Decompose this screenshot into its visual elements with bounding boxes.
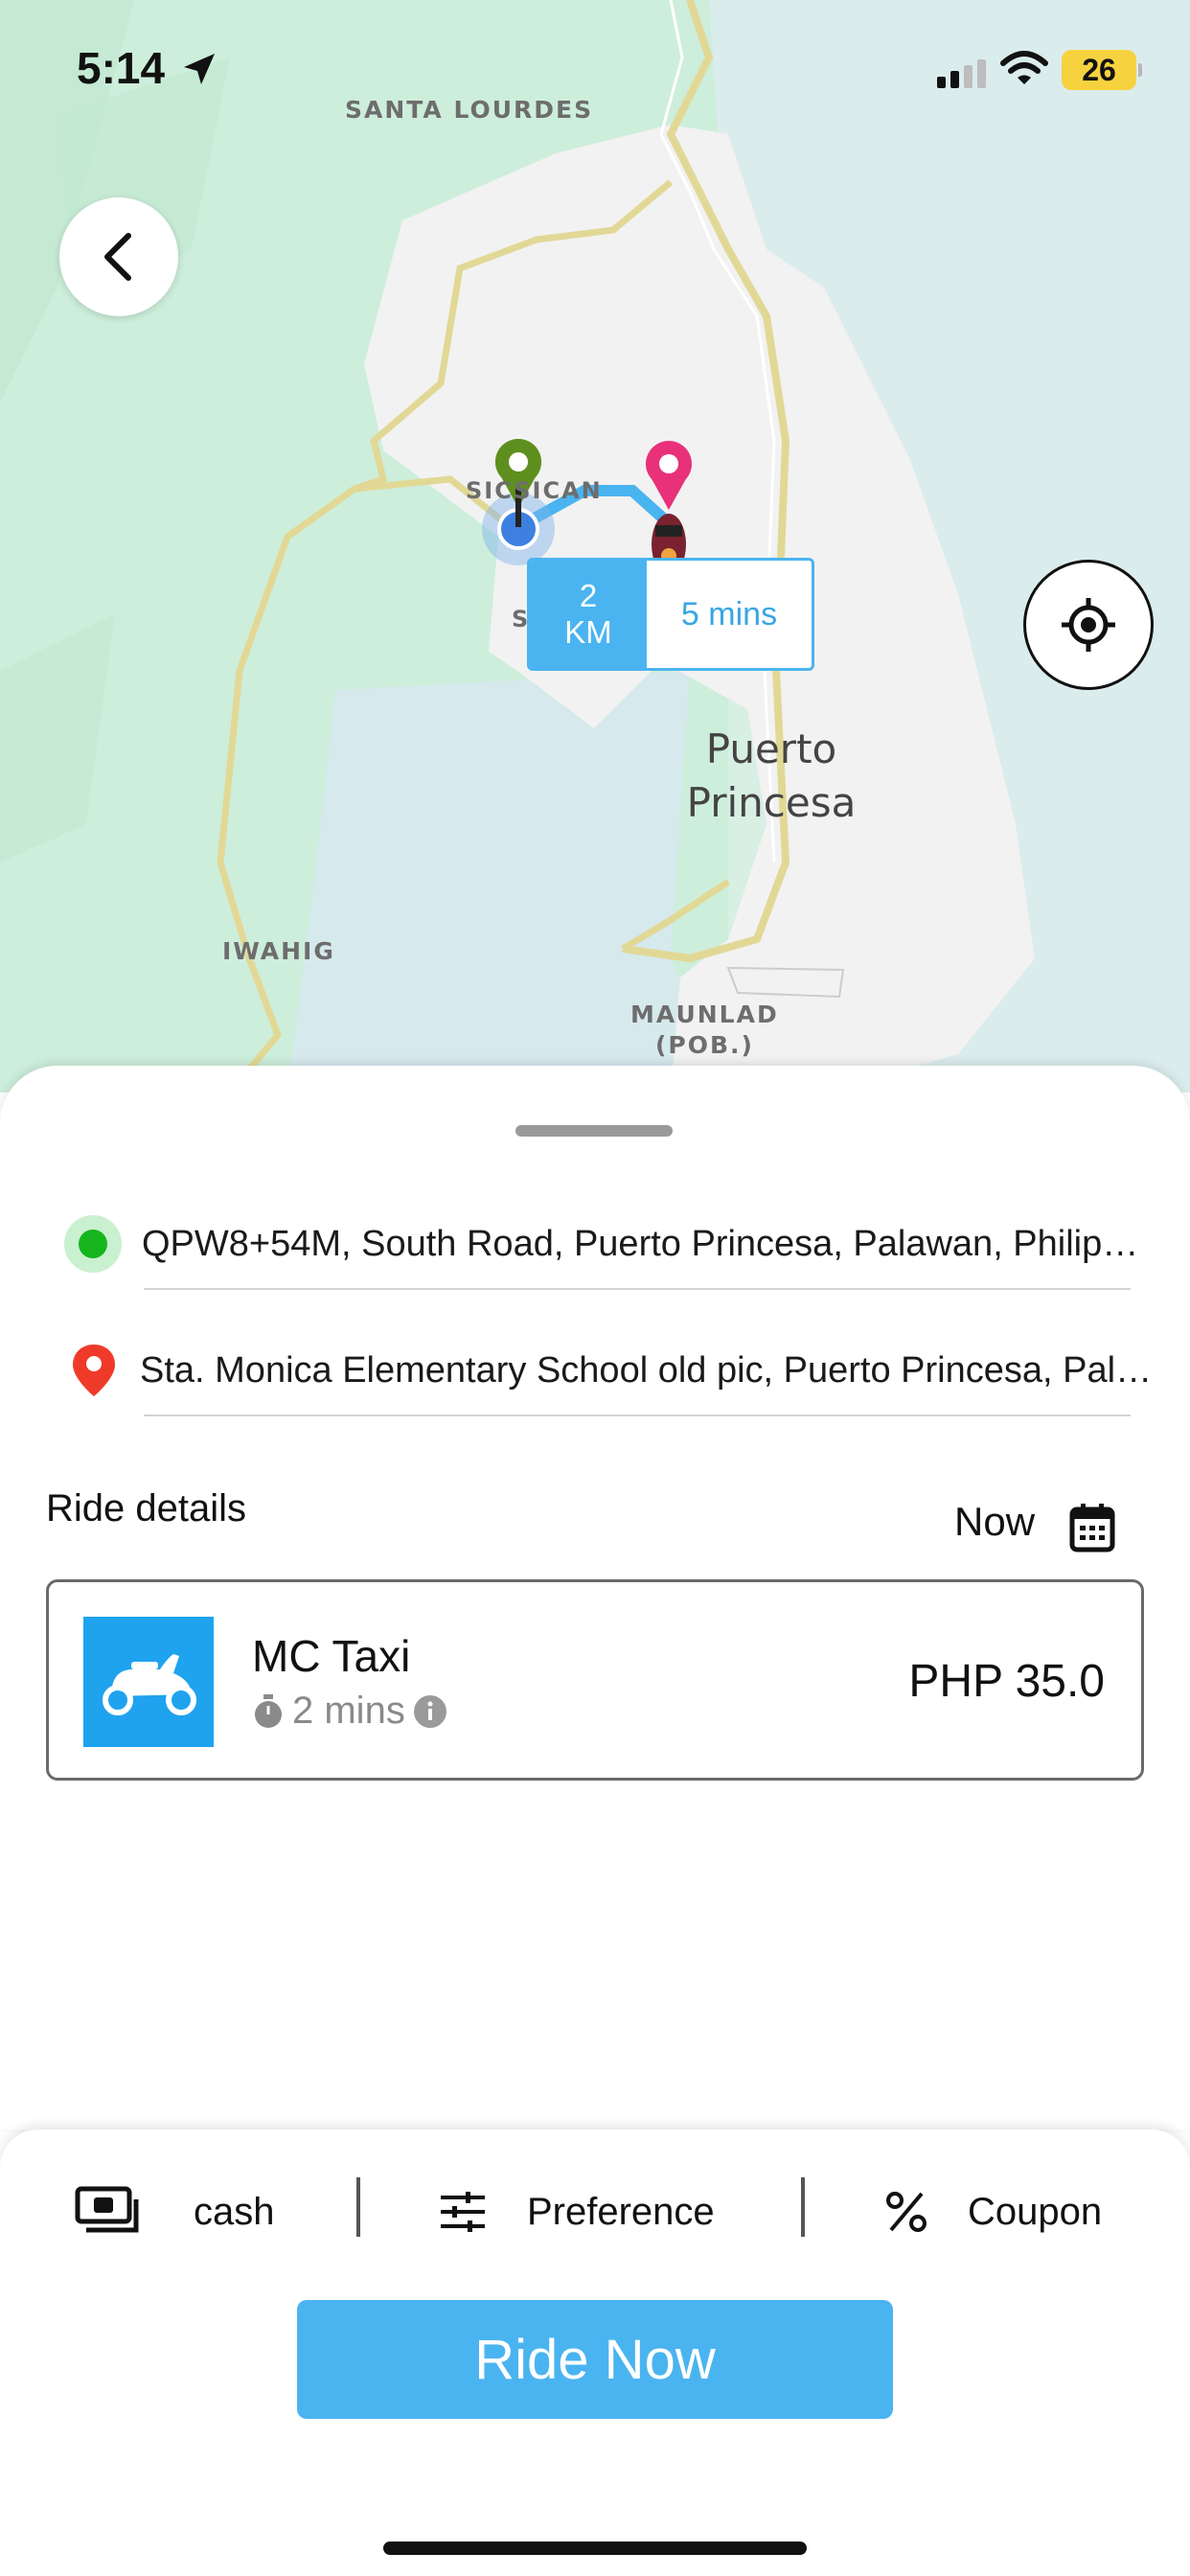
booking-sheet: QPW8+54M, South Road, Puerto Princesa, P…	[0, 1066, 1190, 2129]
wifi-icon	[1000, 51, 1048, 84]
dropoff-pin-icon	[73, 1345, 115, 1396]
address-divider	[144, 1288, 1131, 1290]
chevron-left-icon	[104, 233, 131, 281]
schedule-label[interactable]: Now	[954, 1499, 1035, 1545]
status-time: 5:14	[77, 43, 166, 93]
coupon-label: Coupon	[968, 2190, 1103, 2233]
map-city-line-1: Puerto	[705, 725, 837, 772]
ride-eta-text: 2 mins	[292, 1690, 405, 1732]
preference-label: Preference	[527, 2190, 715, 2233]
location-arrow-icon	[184, 54, 215, 84]
ride-option-card[interactable]: MC Taxi 2 mins PHP 35.0	[46, 1579, 1144, 1781]
my-location-button[interactable]	[1023, 560, 1154, 690]
payment-method-label: cash	[194, 2190, 275, 2233]
ride-now-button[interactable]: Ride Now	[297, 2300, 893, 2419]
status-bar: 5:14 26	[0, 0, 1190, 134]
cellular-signal-icon	[937, 59, 986, 88]
option-separator-2	[801, 2177, 805, 2237]
sheet-handle[interactable]	[515, 1125, 673, 1137]
map-label-poblacion: (POB.)	[655, 1031, 754, 1059]
pickup-address: QPW8+54M, South Road, Puerto Princesa, P…	[142, 1223, 1156, 1264]
pickup-address-row[interactable]: QPW8+54M, South Road, Puerto Princesa, P…	[63, 1215, 1156, 1273]
dropoff-address-row[interactable]: Sta. Monica Elementary School old pic, P…	[71, 1342, 1163, 1399]
home-indicator	[383, 2542, 807, 2555]
back-button[interactable]	[59, 197, 178, 316]
route-distance: 2 KM	[530, 561, 647, 668]
battery-tip	[1138, 63, 1142, 77]
sliders-icon	[441, 2192, 485, 2232]
stopwatch-icon	[255, 1693, 282, 1728]
calendar-icon[interactable]	[1069, 1503, 1115, 1552]
address-divider-2	[144, 1414, 1131, 1416]
map-view[interactable]: SANTA LOURDES SICSICAN S IWAHIG MAUNLAD …	[0, 0, 1190, 1092]
percent-icon	[886, 2192, 927, 2232]
scooter-icon	[83, 1617, 214, 1747]
option-separator	[356, 2177, 360, 2237]
map-background	[0, 0, 1190, 1092]
dropoff-address: Sta. Monica Elementary School old pic, P…	[140, 1349, 1163, 1391]
preference-button[interactable]: Preference	[439, 2174, 715, 2250]
ride-details-title: Ride details	[46, 1487, 247, 1530]
cash-icon	[75, 2186, 139, 2233]
map-city-label: Puerto Princesa	[671, 723, 872, 830]
battery-indicator: 26	[1062, 50, 1136, 90]
map-label-iwahig: IWAHIG	[222, 937, 335, 965]
ride-option-eta: 2 mins	[252, 1690, 447, 1733]
info-icon[interactable]	[413, 1694, 447, 1729]
pickup-dot-icon	[64, 1215, 122, 1273]
map-label-sicsican: SICSICAN	[466, 477, 603, 504]
ride-option-price: PHP 35.0	[908, 1656, 1105, 1707]
coupon-button[interactable]: Coupon	[885, 2174, 1102, 2250]
route-distance-unit: KM	[564, 614, 612, 650]
map-city-line-2: Princesa	[686, 779, 857, 826]
route-info-box: 2 KM 5 mins	[527, 558, 814, 671]
crosshair-icon	[1062, 598, 1115, 652]
payment-method-button[interactable]: cash	[75, 2174, 275, 2250]
route-distance-value: 2	[579, 578, 598, 613]
bottom-action-bar: cash Preference Coupon Ride Now	[0, 2129, 1190, 2576]
route-time: 5 mins	[680, 595, 778, 632]
map-label-maunlad: MAUNLAD	[630, 1000, 779, 1028]
ride-option-name: MC Taxi	[252, 1631, 411, 1681]
